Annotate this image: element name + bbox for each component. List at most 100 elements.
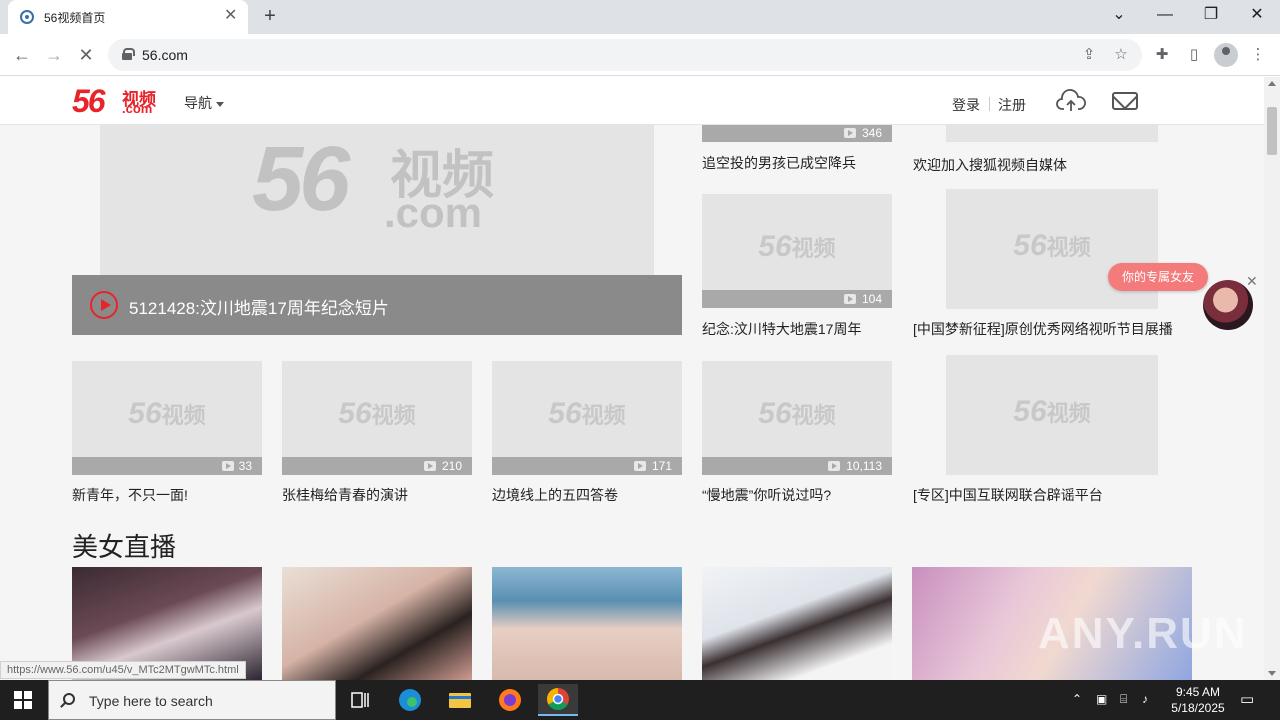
address-url[interactable]: 56.com <box>142 47 188 63</box>
nav-dropdown[interactable]: 导航 <box>184 93 224 113</box>
ph-cn: 视频 <box>371 403 416 428</box>
tray-overflow-chevron-icon[interactable]: ⌃ <box>1072 692 1082 706</box>
scrollbar-thumb[interactable] <box>1267 107 1277 155</box>
thumbnail-placeholder-logo: 56视频 <box>492 397 682 431</box>
taskbar-search-placeholder: Type here to search <box>89 693 213 709</box>
nav-label: 导航 <box>184 95 212 111</box>
bookmark-star-icon[interactable]: ☆ <box>1110 45 1132 65</box>
tab-56video[interactable]: 56视频首页 ✕ <box>8 0 248 34</box>
video-thumbnail[interactable]: 56视频 33 <box>72 361 262 475</box>
page-scrollbar[interactable] <box>1264 77 1280 680</box>
chrome-icon[interactable] <box>538 684 578 716</box>
scroll-up-icon[interactable] <box>1268 81 1276 86</box>
thumbnail-placeholder-logo: 56视频 <box>702 397 892 431</box>
minimize-button[interactable]: — <box>1150 4 1180 26</box>
extensions-puzzle-icon[interactable]: ✚ <box>1150 43 1174 67</box>
view-count-bar: 10,113 <box>702 457 892 475</box>
thumbnail-placeholder-logo: 56视频 <box>72 397 262 431</box>
link-status-bar: https://www.56.com/u45/v_MTc2MTgwMTc.htm… <box>0 661 246 679</box>
upload-cloud-icon[interactable] <box>1056 89 1086 113</box>
caret-down-icon <box>216 101 224 107</box>
video-caption[interactable]: 张桂梅给青春的演讲 <box>282 485 408 505</box>
video-caption[interactable]: 追空投的男孩已成空降兵 <box>702 153 856 173</box>
clock-time: 9:45 AM <box>1175 685 1221 699</box>
view-count: 104 <box>861 292 882 306</box>
login-link[interactable]: 登录 <box>952 95 980 115</box>
hero-title[interactable]: 5121428:汶川地震17周年纪念短片 <box>129 294 389 319</box>
taskbar-search-box[interactable]: Type here to search <box>48 680 336 720</box>
video-thumbnail[interactable]: 56视频 210 <box>282 361 472 475</box>
back-arrow-icon[interactable]: ← <box>10 43 34 67</box>
video-caption[interactable]: 纪念:汶川特大地震17周年 <box>702 319 861 339</box>
view-count: 171 <box>651 459 672 473</box>
stop-loading-icon[interactable]: ✕ <box>74 43 98 67</box>
clock-date: 5/18/2025 <box>1171 701 1225 715</box>
restore-button[interactable]: ❐ <box>1196 4 1226 26</box>
play-circle-icon[interactable] <box>90 291 118 319</box>
promo-thumbnail[interactable] <box>946 125 1158 142</box>
volume-icon[interactable]: ♪ <box>1142 692 1148 706</box>
video-thumbnail[interactable]: 346 <box>702 125 892 142</box>
ph-cn: 视频 <box>1046 235 1091 260</box>
taskbar-clock[interactable]: 9:45 AM 5/18/2025 <box>1168 684 1228 716</box>
ph-cn: 视频 <box>1046 401 1091 426</box>
register-link[interactable]: 注册 <box>998 95 1026 115</box>
video-caption[interactable]: “慢地震”你听说过吗? <box>702 485 831 505</box>
close-window-button[interactable]: ✕ <box>1242 4 1272 26</box>
task-view-icon[interactable] <box>340 684 380 716</box>
play-small-icon <box>222 461 234 471</box>
edge-browser-icon[interactable] <box>390 684 430 716</box>
tray-device-icon[interactable]: ▣ <box>1096 692 1107 706</box>
hero-title-bar[interactable]: 5121428:汶川地震17周年纪念短片 <box>72 275 682 335</box>
logo-number: 56 <box>72 83 106 119</box>
live-stream-thumbnail[interactable] <box>282 567 472 680</box>
promo-thumbnail[interactable]: 56视频 <box>946 189 1158 309</box>
scroll-down-icon[interactable] <box>1268 671 1276 676</box>
search-icon <box>63 693 75 705</box>
promo-caption[interactable]: [专区]中国互联网联合辟谣平台 <box>913 485 1103 505</box>
thumbnail-placeholder-logo: 56视频 <box>282 397 472 431</box>
floating-ad-close-icon[interactable]: ✕ <box>1246 273 1258 290</box>
lock-icon[interactable] <box>122 48 135 60</box>
promo-thumbnail[interactable]: 56视频 <box>946 355 1158 475</box>
thumbnail-placeholder-logo: 56视频 <box>946 395 1158 429</box>
windows-start-icon[interactable] <box>14 691 32 709</box>
view-count-bar: 346 <box>702 125 892 142</box>
firefox-icon[interactable] <box>490 684 530 716</box>
message-mail-icon[interactable] <box>1112 92 1138 110</box>
video-caption[interactable]: 新青年，不只一面! <box>72 485 188 505</box>
ph-cn: 视频 <box>791 236 836 261</box>
video-thumbnail[interactable]: 56视频 10,113 <box>702 361 892 475</box>
video-thumbnail[interactable]: 56视频 104 <box>702 194 892 308</box>
promo-caption[interactable]: [中国梦新征程]原创优秀网络视听节目展播 <box>913 319 1173 339</box>
anyrun-watermark: ANY.RUN <box>1038 609 1248 658</box>
tab-search-dropdown-icon[interactable]: ⌄ <box>1104 4 1134 26</box>
address-bar[interactable]: 56.com ⇪ ☆ <box>108 39 1142 71</box>
new-tab-button[interactable]: + <box>258 4 282 28</box>
more-menu-icon[interactable]: ⋮ <box>1246 43 1270 67</box>
promo-caption[interactable]: 欢迎加入搜狐视频自媒体 <box>913 155 1067 175</box>
view-count: 10,113 <box>846 459 882 473</box>
profile-avatar-icon[interactable] <box>1214 43 1238 67</box>
site-logo[interactable]: 56 视频 .com <box>72 83 156 119</box>
live-stream-thumbnail[interactable] <box>702 567 892 680</box>
logo-com: .com <box>122 101 153 116</box>
floating-ad-bubble[interactable]: 你的专属女友 <box>1108 263 1208 291</box>
hero-thumbnail[interactable]: 56 视频 .com <box>100 125 654 275</box>
view-count-bar: 210 <box>282 457 472 475</box>
video-caption[interactable]: 边境线上的五四答卷 <box>492 485 618 505</box>
live-stream-thumbnail[interactable] <box>492 567 682 680</box>
tab-close-icon[interactable]: ✕ <box>224 7 237 25</box>
ph-cn: 视频 <box>581 403 626 428</box>
play-small-icon <box>424 461 436 471</box>
file-explorer-icon[interactable] <box>440 684 480 716</box>
site-header: 56 视频 .com 导航 登录 注册 <box>0 77 1264 125</box>
tab-title: 56视频首页 <box>44 11 106 25</box>
share-icon[interactable]: ⇪ <box>1078 45 1100 65</box>
notification-center-icon[interactable]: ▭ <box>1240 690 1254 708</box>
ph-num: 56 <box>128 397 162 430</box>
side-panel-icon[interactable]: ▯ <box>1182 43 1206 67</box>
network-icon[interactable]: ⌸ <box>1120 692 1127 707</box>
video-thumbnail[interactable]: 56视频 171 <box>492 361 682 475</box>
forward-arrow-icon[interactable]: → <box>42 43 66 67</box>
